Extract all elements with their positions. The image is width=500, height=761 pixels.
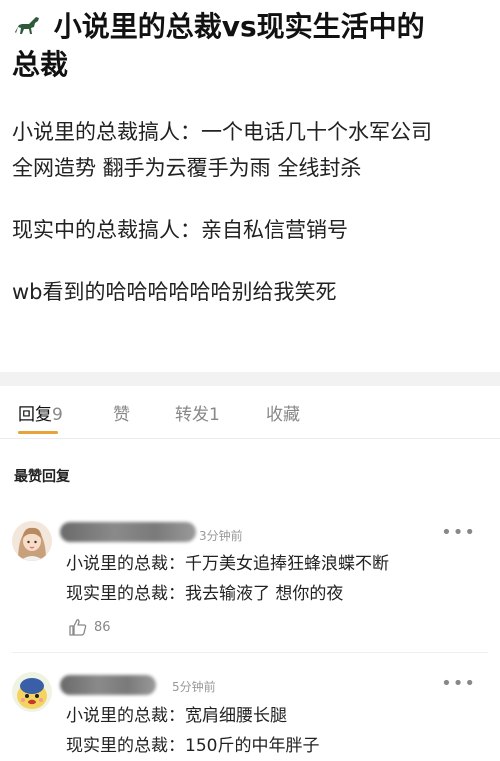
- username[interactable]: [60, 675, 156, 695]
- comment-line: 小说里的总裁：宽肩细腰长腿: [66, 706, 287, 726]
- post-paragraph: 小说里的总裁搞人：一个电话几十个水军公司: [12, 120, 432, 144]
- tabs-divider: [0, 438, 500, 439]
- like-count: 86: [94, 619, 111, 635]
- comment-line: 现实里的总裁：我去输液了 想你的夜: [66, 584, 344, 604]
- tab-reposts[interactable]: 转发1: [175, 400, 220, 425]
- horse-icon: [12, 10, 52, 43]
- active-tab-indicator: [18, 431, 58, 434]
- tab-count: 9: [52, 405, 63, 425]
- tab-favorites[interactable]: 收藏: [266, 400, 300, 425]
- tab-label: 收藏: [266, 405, 300, 425]
- post-paragraph: 现实中的总裁搞人：亲自私信营销号: [12, 218, 348, 242]
- post-title-line2: 总裁: [12, 48, 69, 81]
- thumbs-up-icon: [69, 619, 87, 636]
- avatar[interactable]: [12, 521, 52, 561]
- tab-label: 赞: [113, 405, 130, 425]
- tab-replies[interactable]: 回复9: [18, 400, 63, 434]
- avatar[interactable]: [12, 672, 52, 712]
- comment-text: 小说里的总裁：千万美女追捧狂蜂浪蝶不断 现实里的总裁：我去输液了 想你的夜: [66, 549, 389, 609]
- like-button[interactable]: 86: [68, 617, 111, 637]
- section-label: 最赞回复: [14, 469, 70, 485]
- section-divider: [0, 372, 500, 386]
- more-dots-icon[interactable]: •••: [441, 522, 476, 543]
- post-paragraph: 全网造势 翻手为云覆手为雨 全线封杀: [12, 156, 362, 180]
- post-title-line1: 小说里的总裁vs现实生活中的: [53, 10, 425, 43]
- username[interactable]: [60, 522, 196, 542]
- post-body: 小说里的总裁搞人：一个电话几十个水军公司 全网造势 翻手为云覆手为雨 全线封杀 …: [12, 114, 488, 310]
- tab-label: 转发: [175, 405, 209, 425]
- more-dots-icon[interactable]: •••: [441, 673, 476, 694]
- comment-line: 小说里的总裁：千万美女追捧狂蜂浪蝶不断: [66, 554, 389, 574]
- comment-divider: [12, 652, 488, 653]
- post-title: 小说里的总裁vs现实生活中的 总裁: [12, 8, 488, 84]
- tab-count: 1: [209, 405, 220, 425]
- tab-label: 回复: [18, 405, 52, 425]
- comment-time: 5分钟前: [172, 680, 216, 694]
- post-paragraph: wb看到的哈哈哈哈哈哈别给我笑死: [12, 280, 337, 304]
- post: 小说里的总裁vs现实生活中的 总裁 小说里的总裁搞人：一个电话几十个水军公司 全…: [0, 0, 500, 310]
- tab-likes[interactable]: 赞: [113, 400, 130, 425]
- comment-text: 小说里的总裁：宽肩细腰长腿 现实里的总裁：150斤的中年胖子: [66, 701, 319, 761]
- comment-time: 3分钟前: [199, 529, 243, 543]
